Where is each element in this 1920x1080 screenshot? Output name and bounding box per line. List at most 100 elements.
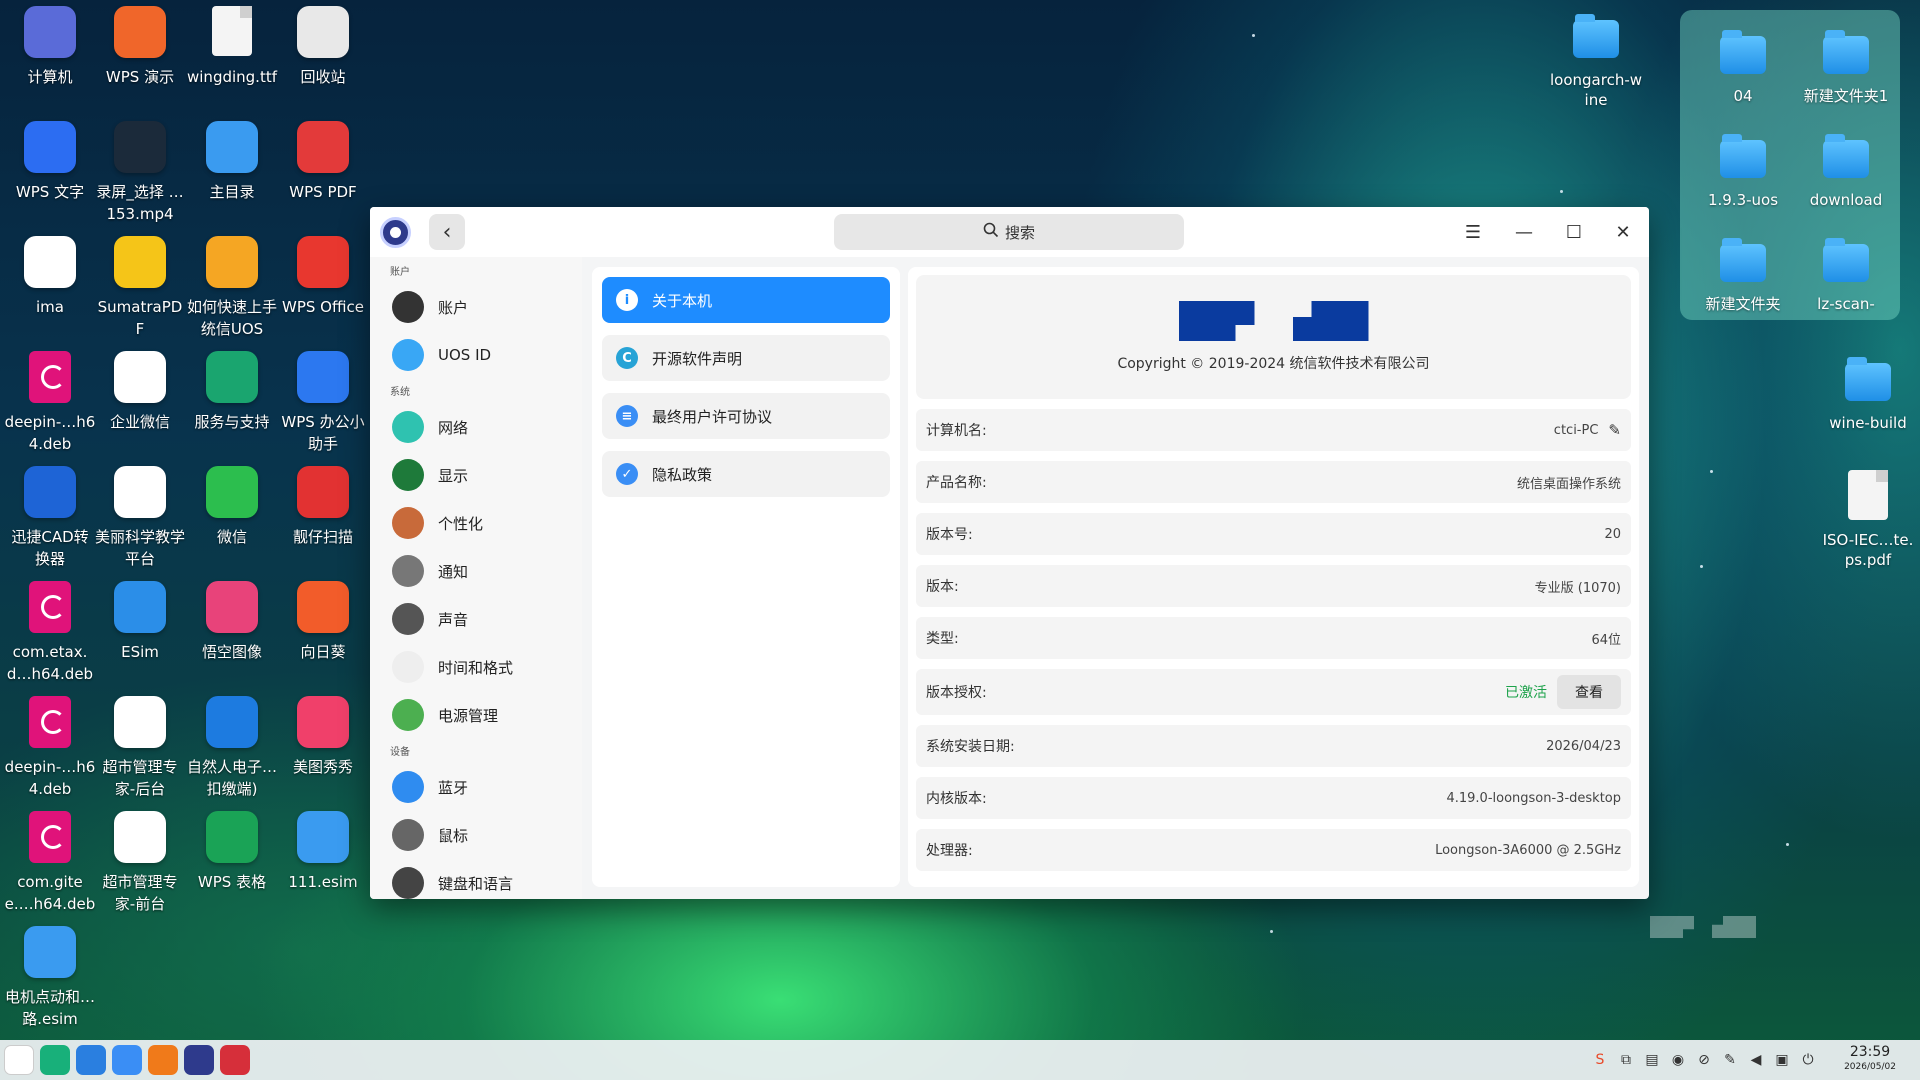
storage-icon[interactable]: ▣	[1773, 1051, 1791, 1069]
desktop-file-pdf[interactable]: ISO-IEC…te.ps.pdf	[1822, 470, 1914, 570]
desktop-item[interactable]: deepin-…h64.deb	[4, 696, 96, 800]
desktop-item[interactable]: 如何快速上手统信UOS	[186, 236, 278, 340]
control-center-logo-icon	[380, 217, 411, 248]
app-store-icon[interactable]	[148, 1045, 178, 1075]
desktop-item[interactable]: 微信	[186, 466, 278, 548]
widget-folder[interactable]: 1.9.3-uos	[1697, 134, 1789, 210]
about-menu-item[interactable]: ≡ 最终用户许可协议	[602, 393, 890, 439]
maximize-button[interactable]: ☐	[1561, 219, 1587, 245]
folder-icon	[1720, 134, 1766, 178]
edit-pencil-icon[interactable]: ✎	[1608, 421, 1621, 439]
sidebar-item[interactable]: 蓝牙	[370, 763, 582, 811]
desktop-item[interactable]: 111.esim	[277, 811, 369, 893]
sidebar-item[interactable]: 声音	[370, 595, 582, 643]
view-license-button[interactable]: 查看	[1557, 675, 1621, 709]
volume-icon[interactable]: ◀	[1747, 1051, 1765, 1069]
sidebar-item[interactable]: 时间和格式	[370, 643, 582, 691]
desktop-item[interactable]: deepin-…h64.deb	[4, 351, 96, 455]
desktop-item[interactable]: WPS 表格	[186, 811, 278, 893]
about-menu-item[interactable]: C 开源软件声明	[602, 335, 890, 381]
sidebar-item[interactable]: UOS ID	[370, 331, 582, 379]
sidebar-item[interactable]: 通知	[370, 547, 582, 595]
desktop-item[interactable]: 超市管理专家-后台	[94, 696, 186, 800]
sidebar-item[interactable]: 电源管理	[370, 691, 582, 739]
desktop-item[interactable]: 录屏_选择 …153.mp4	[94, 121, 186, 225]
clipboard-icon[interactable]: ▤	[1643, 1051, 1661, 1069]
about-menu-item[interactable]: i 关于本机	[602, 277, 890, 323]
desktop-item[interactable]: 美图秀秀	[277, 696, 369, 778]
desktop-item[interactable]: 悟空图像	[186, 581, 278, 663]
widget-folder[interactable]: lz-scan-	[1800, 238, 1892, 314]
sidebar-item[interactable]: 键盘和语言	[370, 859, 582, 899]
desktop-folder-loongarch-wine[interactable]: loongarch-wine	[1550, 14, 1642, 110]
info-value-wrap: 64位	[1591, 629, 1621, 648]
folder-icon	[1573, 14, 1619, 58]
wecom-icon	[114, 351, 166, 403]
info-value: Loongson-3A6000 @ 2.5GHz	[1435, 842, 1621, 858]
widget-folder[interactable]: 新建文件夹1	[1800, 30, 1892, 106]
info-label: 计算机名:	[926, 423, 987, 439]
clock[interactable]: 23:59 2026/05/02	[1830, 1043, 1910, 1073]
desktop-item[interactable]: 向日葵	[277, 581, 369, 663]
input-method-icon[interactable]: S	[1591, 1051, 1609, 1069]
search-input[interactable]: 搜索	[834, 214, 1184, 250]
pen-icon[interactable]: ✎	[1721, 1051, 1739, 1069]
desktop-item[interactable]: com.gitee.…h64.deb	[4, 811, 96, 915]
widget-folder[interactable]: 04	[1697, 30, 1789, 106]
desktop-item[interactable]: 企业微信	[94, 351, 186, 433]
launcher-icon[interactable]	[4, 1045, 34, 1075]
desktop-item[interactable]: 回收站	[277, 6, 369, 88]
sidebar-item[interactable]: 显示	[370, 451, 582, 499]
sidebar-item[interactable]: 网络	[370, 403, 582, 451]
desktop-item[interactable]: 计算机	[4, 6, 96, 88]
desktop-item[interactable]: 自然人电子…扣缴端)	[186, 696, 278, 800]
record-icon[interactable]: ◉	[1669, 1051, 1687, 1069]
network-tray-icon[interactable]: ⊘	[1695, 1051, 1713, 1069]
desktop-item[interactable]: WPS 办公小助手	[277, 351, 369, 455]
back-button[interactable]: ‹	[429, 214, 465, 250]
minimize-button[interactable]: —	[1511, 219, 1537, 245]
speaker-icon	[392, 603, 424, 635]
info-value: 专业版 (1070)	[1534, 580, 1621, 596]
star	[1786, 843, 1789, 846]
search-icon	[983, 222, 999, 242]
desktop-item[interactable]: WPS Office	[277, 236, 369, 318]
power-icon[interactable]: ⏻	[1799, 1051, 1817, 1069]
desktop-item[interactable]: com.etax.d…h64.deb	[4, 581, 96, 685]
control-center-icon[interactable]	[184, 1045, 214, 1075]
folder-label: 新建文件夹	[1705, 295, 1781, 313]
desktop-item[interactable]: 电机点动和…路.esim	[4, 926, 96, 1030]
sidebar-item[interactable]: 个性化	[370, 499, 582, 547]
wps-presentation-icon	[114, 6, 166, 58]
info-value-wrap: 2026/04/23	[1546, 739, 1621, 754]
sidebar-item[interactable]: 账户	[370, 283, 582, 331]
widget-folder[interactable]: download	[1800, 134, 1892, 210]
browser-icon[interactable]	[112, 1045, 142, 1075]
desktop-item[interactable]: ima	[4, 236, 96, 318]
desktop-item[interactable]: WPS PDF	[277, 121, 369, 203]
menu-button[interactable]: ☰	[1460, 219, 1486, 245]
info-value: 20	[1604, 526, 1621, 542]
desktop-item[interactable]: ESim	[94, 581, 186, 663]
desktop-item[interactable]: WPS 演示	[94, 6, 186, 88]
desktop-item[interactable]: SumatraPDF	[94, 236, 186, 340]
desktop-item[interactable]: wingding.ttf	[186, 6, 278, 88]
desktop-item[interactable]: 迅捷CAD转换器	[4, 466, 96, 570]
desktop-item[interactable]: 超市管理专家-前台	[94, 811, 186, 915]
desktop-item[interactable]: 靓仔扫描	[277, 466, 369, 548]
desktop-icon[interactable]	[40, 1045, 70, 1075]
desktop-item-label: 录屏_选择 …153.mp4	[96, 183, 184, 223]
terminal-icon[interactable]	[220, 1045, 250, 1075]
widget-folder[interactable]: 新建文件夹	[1697, 238, 1789, 314]
desktop-item[interactable]: 美丽科学教学平台	[94, 466, 186, 570]
desktop-item[interactable]: WPS 文字	[4, 121, 96, 203]
sidebar-item[interactable]: 鼠标	[370, 811, 582, 859]
file-manager-icon[interactable]	[76, 1045, 106, 1075]
desktop-item[interactable]: 主目录	[186, 121, 278, 203]
close-button[interactable]: ✕	[1610, 219, 1636, 245]
info-value: 统信桌面操作系统	[1516, 476, 1621, 492]
about-menu-item[interactable]: ✓ 隐私政策	[602, 451, 890, 497]
screenshot-icon[interactable]: ⧉	[1617, 1051, 1635, 1069]
desktop-folder-wine-build[interactable]: wine-build	[1822, 357, 1914, 433]
desktop-item[interactable]: 服务与支持	[186, 351, 278, 433]
